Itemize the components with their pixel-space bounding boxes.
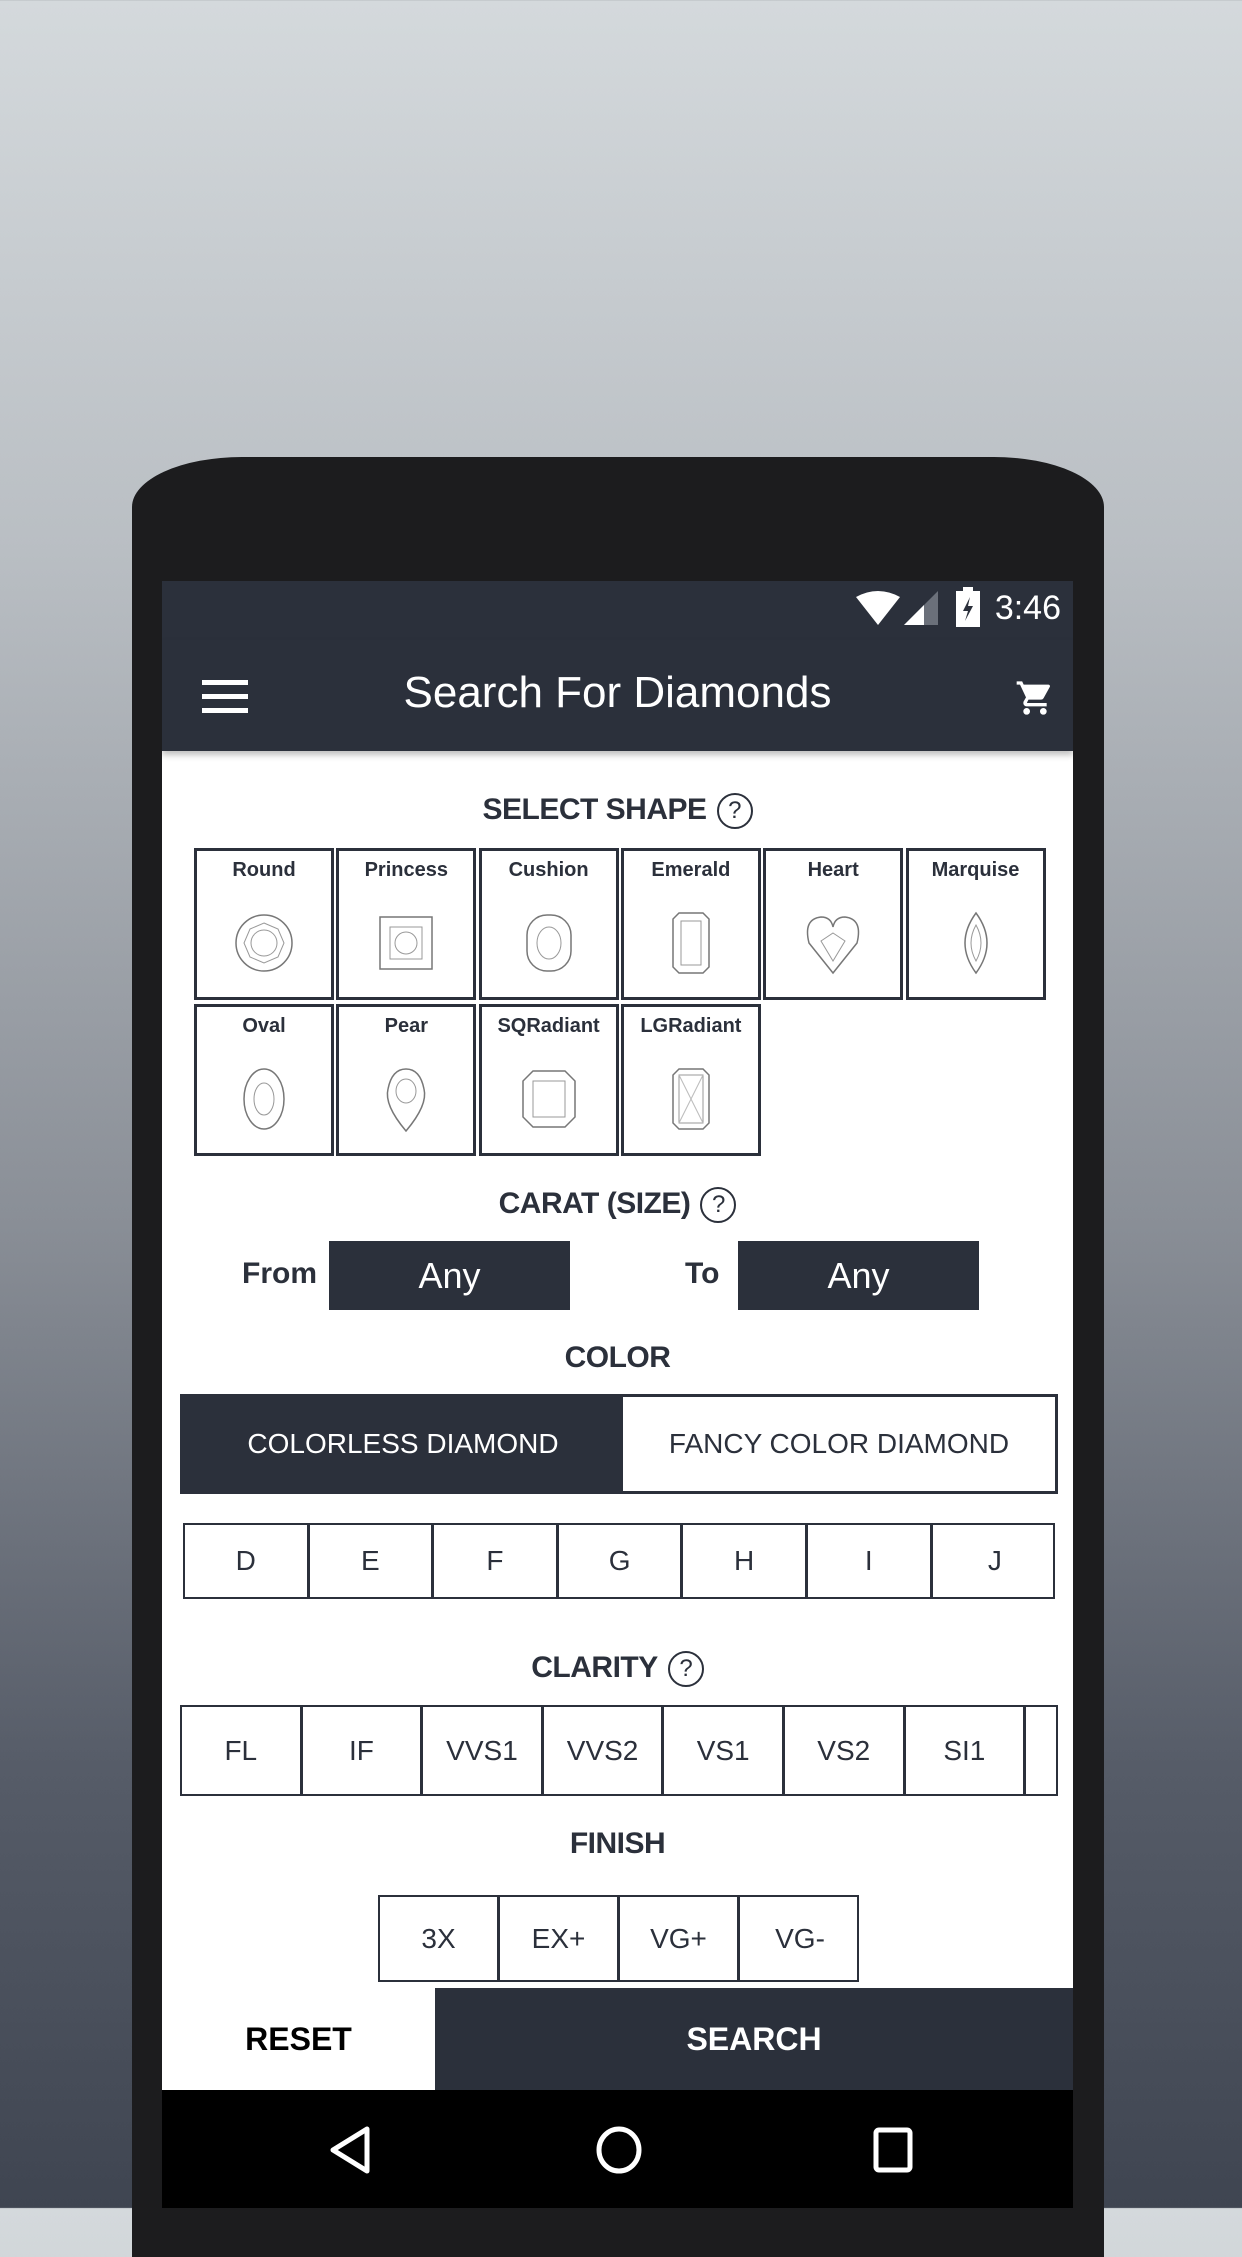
navigation-bar [162,2090,1073,2208]
shape-label: Cushion [508,859,589,881]
clarity-grade-row: FL IF VVS1 VVS2 VS1 VS2 SI1 [180,1705,1058,1796]
shape-label: LGRadiant [640,1015,742,1037]
back-icon[interactable] [327,2125,371,2175]
help-icon[interactable]: ? [667,1651,704,1688]
select-shape-label: SELECT SHAPE [482,793,707,826]
shape-option-lgradiant[interactable]: LGRadiant [620,1004,761,1156]
grade-option-d[interactable]: D [185,1525,310,1597]
grade-option-vg+[interactable]: VG+ [620,1897,740,1980]
emerald-shape-icon [672,912,710,974]
shape-label: Oval [242,1015,286,1037]
grade-option-i[interactable]: I [808,1525,933,1597]
carat-from-select[interactable]: Any [329,1241,570,1310]
shape-label: Round [232,859,296,881]
grade-option-ex+[interactable]: EX+ [500,1897,620,1980]
grade-option-e[interactable]: E [310,1525,435,1597]
select-shape-heading: SELECT SHAPE? [162,793,1073,830]
grade-option-f[interactable]: F [434,1525,559,1597]
sqradiant-shape-icon [521,1070,576,1128]
oval-shape-icon [243,1068,285,1130]
grade-option-vvs1[interactable]: VVS1 [423,1707,544,1794]
lgradiant-shape-icon [672,1068,710,1130]
app-bar: Search For Diamonds [162,640,1073,751]
grade-option-si1[interactable]: SI1 [906,1707,1027,1794]
grade-option-vs2[interactable]: VS2 [785,1707,906,1794]
grade-option-g[interactable]: G [559,1525,684,1597]
signal-icon [904,591,938,625]
grade-option-partial[interactable] [1026,1707,1056,1794]
heart-shape-icon [806,916,860,975]
shape-label: Marquise [931,859,1020,881]
finish-heading: FINISH [569,1827,666,1860]
color-grade-row: DEFGHIJ [183,1523,1055,1599]
shape-option-emerald[interactable]: Emerald [620,848,761,1000]
status-time: 3:46 [994,589,1061,627]
shape-label: Emerald [651,859,731,881]
princess-shape-icon [379,916,434,970]
shape-option-heart[interactable]: Heart [763,848,904,1000]
battery-charging-icon [956,587,980,627]
grade-option-j[interactable]: J [933,1525,1058,1597]
round-shape-icon [235,914,293,972]
marquise-shape-icon [963,911,988,975]
wifi-icon [856,591,900,625]
grade-option-vs1[interactable]: VS1 [664,1707,785,1794]
shape-label: Heart [807,859,859,881]
shopping-cart-icon[interactable] [1015,678,1055,718]
shape-option-oval[interactable]: Oval [194,1004,334,1156]
shape-label: Pear [384,1015,428,1037]
page-title: Search For Diamonds [403,668,832,717]
carat-heading: CARAT (SIZE)? [162,1187,1073,1224]
status-bar: 3:46 [162,581,1073,640]
shape-label: Princess [364,859,448,881]
grade-option-fl[interactable]: FL [182,1707,303,1794]
grade-option-3x[interactable]: 3X [380,1897,500,1980]
finish-grade-row: 3X EX+ VG+ VG- [378,1895,859,1982]
help-icon[interactable]: ? [716,793,753,830]
grade-option-vg-[interactable]: VG- [740,1897,860,1980]
carat-to-label: To [685,1257,720,1290]
clarity-heading: CLARITY? [162,1651,1073,1688]
color-heading: COLOR [564,1341,671,1374]
pear-shape-icon [386,1068,426,1133]
grade-option-vvs2[interactable]: VVS2 [544,1707,665,1794]
cushion-shape-icon [525,914,572,972]
shape-label: SQRadiant [497,1015,600,1037]
search-button[interactable]: SEARCH [435,1988,1073,2090]
clarity-label: CLARITY [531,1651,658,1684]
grade-option-h[interactable]: H [683,1525,808,1597]
app-screen: 3:46 Search For Diamonds SELECT SHAPE? R… [162,581,1073,2208]
grade-option-if[interactable]: IF [303,1707,424,1794]
home-icon[interactable] [595,2125,643,2175]
carat-to-select[interactable]: Any [738,1241,979,1310]
recent-apps-icon[interactable] [872,2126,916,2174]
tab-fancy-color-diamond[interactable]: FANCY COLOR DIAMOND [623,1397,1055,1491]
carat-from-label: From [242,1257,317,1290]
color-type-toggle: COLORLESS DIAMOND FANCY COLOR DIAMOND [180,1394,1058,1494]
shape-option-princess[interactable]: Princess [336,848,477,1000]
tab-colorless-diamond[interactable]: COLORLESS DIAMOND [183,1397,623,1491]
shape-option-pear[interactable]: Pear [336,1004,477,1156]
reset-button[interactable]: RESET [162,1988,435,2090]
shape-option-marquise[interactable]: Marquise [905,848,1046,1000]
carat-label: CARAT (SIZE) [498,1187,691,1220]
shape-option-cushion[interactable]: Cushion [478,848,619,1000]
shape-option-round[interactable]: Round [194,848,334,1000]
help-icon[interactable]: ? [700,1187,737,1224]
shape-option-sqradiant[interactable]: SQRadiant [478,1004,619,1156]
